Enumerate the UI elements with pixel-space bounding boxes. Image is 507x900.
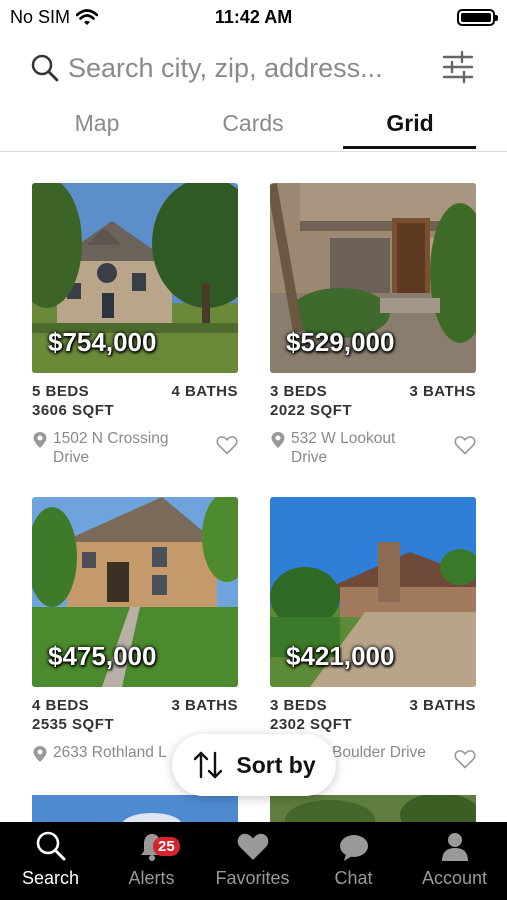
tabbar-favorites[interactable]: Favorites: [202, 830, 303, 889]
baths-label: 4 BATHS: [171, 383, 238, 400]
sort-by-label: Sort by: [236, 751, 316, 778]
listing-specs: 5 BEDS 4 BATHS 3606 SQFT: [32, 383, 238, 423]
address-text: 532 W Lookout Drive: [291, 430, 396, 466]
tabbar-label: Chat: [334, 868, 373, 888]
favorite-heart-icon[interactable]: [454, 435, 476, 455]
person-icon: [441, 833, 468, 861]
tab-map[interactable]: Map: [30, 110, 164, 137]
beds-label: 3 BEDS: [270, 383, 328, 400]
listing-specs: 3 BEDS 3 BATHS 2022 SQFT: [270, 383, 476, 423]
sqft-label: 3606 SQFT: [32, 402, 115, 419]
listing-specs: 3 BEDS 3 BATHS 2302 SQFT: [270, 697, 476, 737]
tab-grid[interactable]: Grid: [343, 110, 477, 137]
tabbar-label: Search: [21, 868, 80, 888]
alerts-count-badge: 25: [153, 837, 180, 856]
tabbar-search[interactable]: Search: [0, 830, 101, 889]
favorite-heart-icon[interactable]: [216, 435, 238, 455]
beds-label: 3 BEDS: [270, 697, 328, 714]
location-pin-icon: [33, 432, 47, 448]
listing-photo[interactable]: $754,000: [32, 183, 238, 373]
location-pin-icon: [271, 432, 285, 448]
tabbar-label: Account: [421, 868, 488, 888]
baths-label: 3 BATHS: [171, 697, 238, 714]
bottom-tab-bar: Search 25 Alerts Favorites Chat Account: [0, 822, 507, 900]
view-tabs: Map Cards Grid: [0, 100, 507, 152]
listing-grid: $754,000 5 BEDS 4 BATHS 3606 SQFT 1502 N…: [0, 152, 507, 822]
tabbar-label: Alerts: [128, 868, 175, 888]
listing-photo-partial[interactable]: [270, 795, 476, 822]
search-input[interactable]: [68, 51, 428, 85]
status-bar: No SIM 11:42 AM: [0, 0, 507, 34]
listing-address: 532 W Lookout Drive: [270, 429, 476, 479]
baths-label: 3 BATHS: [409, 383, 476, 400]
listing-photo[interactable]: $529,000: [270, 183, 476, 373]
search-icon: [31, 54, 59, 82]
sqft-label: 2535 SQFT: [32, 716, 115, 733]
tabbar-chat[interactable]: Chat: [303, 830, 404, 889]
heart-icon: [237, 833, 268, 860]
location-pin-icon: [33, 746, 47, 762]
chat-icon: [339, 835, 368, 861]
tabbar-alerts[interactable]: 25 Alerts: [101, 830, 202, 889]
sort-by-button[interactable]: Sort by: [172, 734, 336, 796]
favorite-heart-icon[interactable]: [454, 749, 476, 769]
sqft-label: 2302 SQFT: [270, 716, 353, 733]
tabbar-label: Favorites: [215, 868, 290, 888]
house-photo-partial-2: [270, 795, 476, 822]
listing-price: $754,000: [48, 327, 157, 357]
listing-photo-partial[interactable]: [32, 795, 238, 822]
listing-photo[interactable]: $475,000: [32, 497, 238, 687]
listing-photo[interactable]: $421,000: [270, 497, 476, 687]
active-tab-indicator: [343, 146, 476, 149]
listing-price: $475,000: [48, 641, 157, 671]
house-photo-partial-1: [32, 795, 238, 822]
address-text: 1502 N Crossing Drive: [53, 430, 169, 466]
filter-sliders-icon[interactable]: [440, 49, 476, 85]
sqft-label: 2022 SQFT: [270, 402, 353, 419]
beds-label: 4 BEDS: [32, 697, 90, 714]
address-text: Boulder Drive: [332, 744, 426, 761]
listing-price: $421,000: [286, 641, 395, 671]
listing-card[interactable]: $529,000 3 BEDS 3 BATHS 2022 SQFT 532 W …: [270, 183, 476, 479]
listing-card[interactable]: $754,000 5 BEDS 4 BATHS 3606 SQFT 1502 N…: [32, 183, 238, 479]
tabbar-account[interactable]: Account: [404, 830, 505, 889]
listing-price: $529,000: [286, 327, 395, 357]
search-icon: [36, 831, 65, 861]
battery-icon: [457, 9, 498, 26]
listing-specs: 4 BEDS 3 BATHS 2535 SQFT: [32, 697, 238, 737]
beds-label: 5 BEDS: [32, 383, 90, 400]
sort-arrows-icon: [194, 751, 223, 779]
search-bar: [0, 44, 507, 92]
listing-address: 1502 N Crossing Drive: [32, 429, 238, 479]
baths-label: 3 BATHS: [409, 697, 476, 714]
tab-cards[interactable]: Cards: [186, 110, 320, 137]
clock: 11:42 AM: [214, 7, 293, 27]
